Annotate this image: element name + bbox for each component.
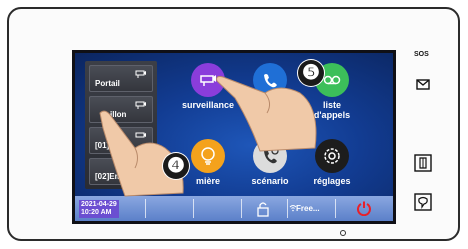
chat-icon[interactable] bbox=[414, 193, 432, 211]
divider bbox=[193, 199, 194, 218]
mail-icon[interactable] bbox=[416, 79, 430, 90]
sos-button[interactable]: SOS bbox=[414, 51, 429, 58]
step-badge-5: ❺ bbox=[298, 60, 324, 86]
divider bbox=[145, 199, 146, 218]
door-icon[interactable] bbox=[414, 154, 432, 172]
microphone-hole bbox=[340, 230, 346, 236]
device-photo: Portail illon [01] [02]Emn surveillance … bbox=[0, 0, 468, 249]
status-bar: 2021-04-29 10:20 AM Free... bbox=[75, 196, 393, 221]
divider bbox=[287, 199, 288, 218]
time-text: 10:20 AM bbox=[81, 209, 112, 216]
app-label: scénario bbox=[251, 176, 289, 186]
step-badge-4: ❹ bbox=[163, 153, 189, 179]
touch-screen: Portail illon [01] [02]Emn surveillance … bbox=[72, 50, 396, 224]
unlock-icon[interactable] bbox=[255, 201, 273, 217]
power-icon[interactable] bbox=[356, 200, 372, 216]
cctv-camera-icon bbox=[135, 70, 146, 78]
date-time: 2021-04-29 10:20 AM bbox=[79, 200, 119, 218]
divider bbox=[335, 199, 336, 218]
app-label: réglages bbox=[313, 176, 351, 186]
divider bbox=[241, 199, 242, 218]
camera-label: Portail bbox=[95, 79, 120, 88]
wifi-network[interactable]: Free... bbox=[296, 204, 320, 213]
date-text: 2021-04-29 bbox=[81, 201, 117, 208]
monitor-body: Portail illon [01] [02]Emn surveillance … bbox=[7, 7, 460, 241]
camera-item-portail[interactable]: Portail bbox=[89, 65, 153, 92]
